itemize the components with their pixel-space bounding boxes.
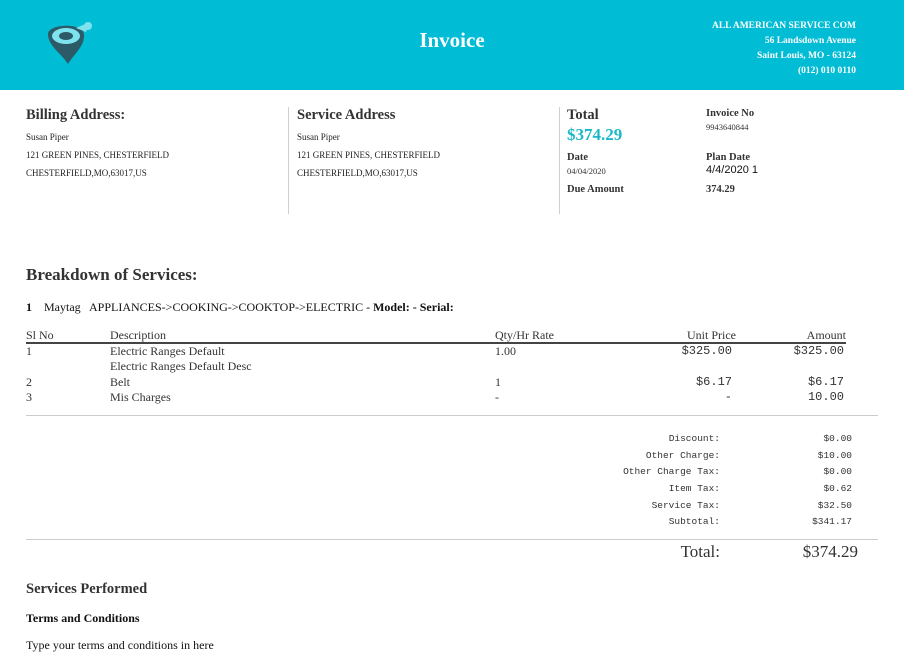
table-row-amount: 10.00 [807,390,844,404]
appliance-category: APPLIANCES->COOKING->COOKTOP->ELECTRIC - [89,300,374,314]
appliance-line: 1 Maytag APPLIANCES->COOKING->COOKTOP->E… [26,300,454,315]
table-row-sl: 2 [26,375,32,389]
table-row-desc: Belt [110,375,130,389]
date-value: 04/04/2020 [567,166,606,176]
service-name: Susan Piper [297,132,340,142]
table-row-desc: Electric Ranges Default [110,344,225,358]
col-unit-price: Unit Price [687,328,736,342]
billing-line2: CHESTERFIELD,MO,63017,US [26,168,147,178]
table-row-sl: 3 [26,390,32,404]
divider [288,107,289,214]
table-row-amount: $6.17 [807,375,844,389]
invoice-no-label: Invoice No [706,108,755,119]
service-tax-value: $32.50 [817,500,852,511]
invoice-no-value: 9943640844 [706,122,749,132]
table-row-desc-detail: Electric Ranges Default Desc [110,359,252,373]
billing-name: Susan Piper [26,132,69,142]
discount-label: Discount: [668,433,720,444]
col-qty: Qty/Hr Rate [495,328,554,342]
item-tax-value: $0.62 [823,483,852,494]
billing-address: Susan Piper 121 GREEN PINES, CHESTERFIEL… [26,128,169,182]
col-description: Description [110,328,166,342]
other-charge-tax-value: $0.00 [823,466,852,477]
total-label: Total [567,107,599,123]
other-charge-tax-label: Other Charge Tax: [623,466,720,477]
col-sl-no: Sl No [26,328,54,342]
subtotal-value: $341.17 [812,516,852,527]
totals-divider [26,539,878,540]
table-row-unit-price: $325.00 [681,344,732,358]
table-row-qty: 1 [495,375,501,389]
table-row-desc: Mis Charges [110,390,171,404]
appliance-index: 1 [26,300,32,314]
date-label: Date [567,152,588,163]
company-phone: (012) 010 0110 [797,66,856,76]
billing-line1: 121 GREEN PINES, CHESTERFIELD [26,150,170,160]
grand-total-value: $374.29 [802,542,858,561]
plan-date-value: 4/4/2020 1 [706,164,758,176]
company-info: ALL AMERICAN SERVICE COM 56 Landsdown Av… [712,19,856,79]
service-line2: CHESTERFIELD,MO,63017,US [297,168,418,178]
billing-title: Billing Address: [26,107,126,123]
appliance-brand: Maytag [44,300,81,314]
discount-value: $0.00 [823,433,852,444]
company-name: ALL AMERICAN SERVICE COM [711,21,856,31]
table-row-sl: 1 [26,344,32,358]
item-tax-label: Item Tax: [668,483,720,494]
subtotal-label: Subtotal: [668,516,720,527]
table-row-unit-price: $6.17 [695,375,732,389]
table-row-amount: $325.00 [793,344,844,358]
col-amount: Amount [806,328,846,342]
service-address-title: Service Address [297,107,396,123]
due-amount-label: Due Amount [567,184,624,195]
terms-text: Type your terms and conditions in here [26,638,214,652]
table-row-qty: 1.00 [495,344,516,358]
company-city: Saint Louis, MO - 63124 [757,51,856,61]
terms-title: Terms and Conditions [26,611,140,625]
service-address: Susan Piper 121 GREEN PINES, CHESTERFIEL… [297,128,440,182]
divider [559,107,560,214]
other-charge-label: Other Charge: [645,450,720,461]
table-divider [26,415,878,416]
breakdown-title: Breakdown of Services: [26,265,198,284]
total-value: $374.29 [567,125,623,144]
table-row-unit-price: - [724,390,732,404]
due-amount-value: 374.29 [706,184,735,195]
other-charge-value: $10.00 [817,450,852,461]
services-performed-title: Services Performed [26,581,148,597]
table-row-qty: - [495,390,499,404]
plan-date-label: Plan Date [706,152,751,163]
company-street: 56 Landsdown Avenue [764,36,856,46]
service-tax-label: Service Tax: [651,500,720,511]
appliance-model: Model: - Serial: [373,300,454,314]
grand-total-label: Total: [680,542,720,561]
service-line1: 121 GREEN PINES, CHESTERFIELD [297,150,441,160]
